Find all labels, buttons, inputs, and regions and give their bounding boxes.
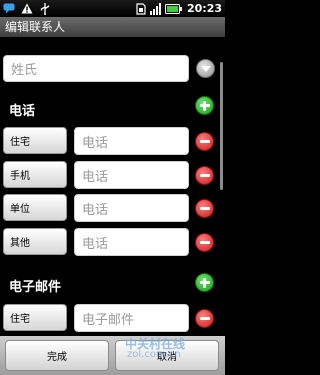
remove-phone-button[interactable] <box>195 132 214 151</box>
phone-type-selector[interactable]: 单位 <box>3 194 67 221</box>
plus-icon <box>199 277 210 288</box>
battery-icon <box>164 3 182 15</box>
phone-input[interactable]: 电话 <box>74 228 189 256</box>
page-title: 编辑联系人 <box>0 17 225 37</box>
phone-input[interactable]: 电话 <box>74 161 189 189</box>
signal-icon <box>149 2 162 15</box>
surname-field[interactable]: 姓氏 <box>3 55 189 82</box>
email-input[interactable]: 电子邮件 <box>74 304 189 332</box>
minus-icon <box>199 241 210 244</box>
status-bar: 20:23 <box>0 0 225 17</box>
chat-icon <box>3 3 15 15</box>
remove-phone-button[interactable] <box>195 166 214 185</box>
phone-section-header: 电话 <box>9 104 36 119</box>
phone-type-selector[interactable]: 其他 <box>3 228 67 255</box>
plus-icon <box>199 100 210 111</box>
minus-icon <box>199 317 210 320</box>
remove-email-button[interactable] <box>195 309 214 328</box>
add-email-button[interactable] <box>195 273 214 292</box>
chevron-down-icon <box>200 65 211 72</box>
phone-input[interactable]: 电话 <box>74 194 189 222</box>
add-phone-button[interactable] <box>195 96 214 115</box>
minus-icon <box>199 207 210 210</box>
phone-type-selector[interactable]: 住宅 <box>3 127 67 154</box>
warning-icon <box>21 3 33 15</box>
scrollbar[interactable] <box>220 62 223 190</box>
email-section-header: 电子邮件 <box>9 280 62 295</box>
clock: 20:23 <box>186 2 222 15</box>
email-type-selector[interactable]: 住宅 <box>3 304 67 331</box>
bottom-action-bar: 完成 取消 <box>0 336 225 375</box>
minus-icon <box>199 174 210 177</box>
sim-icon <box>135 2 147 15</box>
expand-name-button[interactable] <box>196 59 215 78</box>
minus-icon <box>199 140 210 143</box>
remove-phone-button[interactable] <box>195 199 214 218</box>
watermark-url: zol.com.cn <box>127 349 181 360</box>
remove-phone-button[interactable] <box>195 233 214 252</box>
edit-contact-form: 姓氏 电话 住宅 电话 手机 电话 单位 电话 其他 电话 电子邮件 住宅 电子… <box>0 37 225 336</box>
done-button[interactable]: 完成 <box>5 340 109 371</box>
phone-type-selector[interactable]: 手机 <box>3 161 67 188</box>
usb-icon <box>39 2 51 15</box>
phone-input[interactable]: 电话 <box>74 127 189 155</box>
